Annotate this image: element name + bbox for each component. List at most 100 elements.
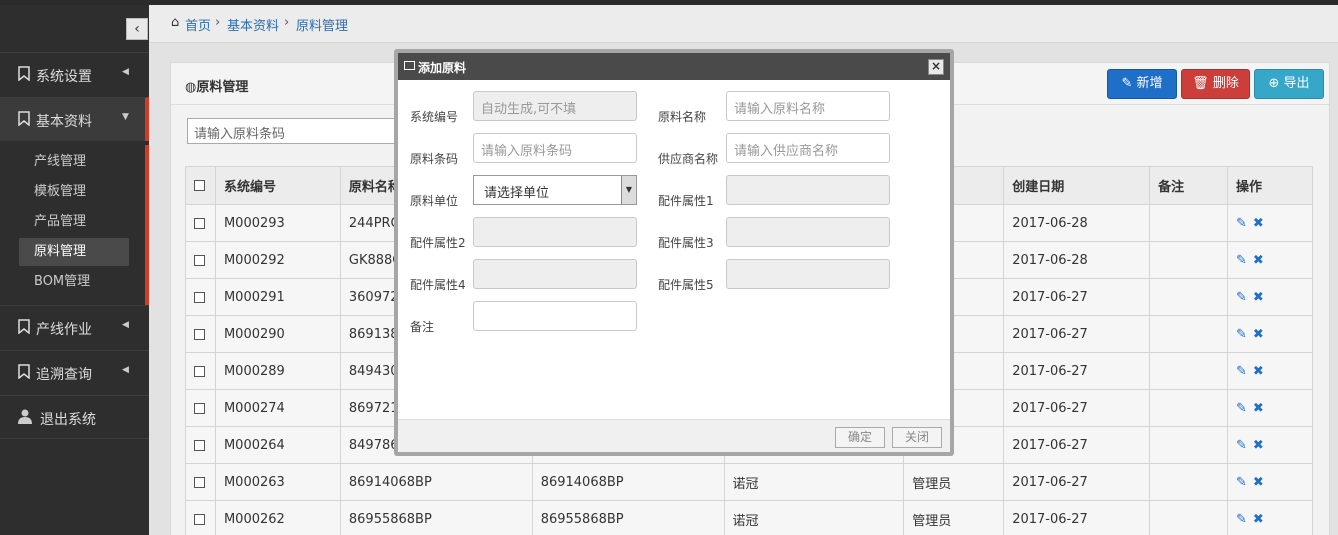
row-checkbox-cell[interactable] — [185, 241, 216, 279]
edit-icon[interactable]: ✎ — [1236, 253, 1247, 268]
cell-supplier: 诺冠 — [723, 463, 905, 501]
attr5-field[interactable] — [726, 259, 890, 289]
sidebar-subitem-line[interactable]: 产线管理 — [19, 148, 129, 176]
delete-icon[interactable]: ✖ — [1253, 327, 1264, 342]
edit-icon[interactable]: ✎ — [1236, 364, 1247, 379]
edit-icon[interactable]: ✎ — [1236, 327, 1247, 342]
edit-icon[interactable]: ✎ — [1236, 216, 1247, 231]
row-checkbox-cell[interactable] — [185, 500, 216, 535]
cell-sys-no: M000289 — [214, 352, 341, 390]
sys-no-label: 系统编号 — [410, 110, 459, 124]
sidebar-item-basic-data[interactable]: 基本资料 ▼ — [0, 97, 149, 141]
attr4-field[interactable] — [473, 259, 637, 289]
cell-date: 2017-06-27 — [1003, 426, 1151, 464]
ok-button[interactable]: 确定 — [835, 427, 885, 448]
close-button[interactable]: 关闭 — [892, 427, 942, 448]
delete-icon[interactable]: ✖ — [1253, 401, 1264, 416]
search-input[interactable]: 请输入原料条码 — [187, 118, 417, 144]
sidebar-subitem-template[interactable]: 模板管理 — [19, 178, 129, 206]
unit-select[interactable]: 请选择单位 ▼ — [473, 175, 637, 205]
row-checkbox[interactable] — [194, 254, 205, 266]
dialog-body: 添加原料 × 系统编号 自动生成,可不填 原料名称 请输入原料名称 原料条码 请… — [398, 53, 950, 452]
attr1-field[interactable] — [726, 175, 890, 205]
cell-note — [1149, 389, 1228, 427]
cell-date: 2017-06-27 — [1003, 315, 1151, 353]
sidebar-collapse-button[interactable]: ‹ — [126, 18, 148, 40]
delete-button[interactable]: 🗑 删除 — [1181, 69, 1250, 99]
delete-icon[interactable]: ✖ — [1253, 512, 1264, 527]
add-button[interactable]: ✎ 新增 — [1107, 69, 1177, 99]
close-icon[interactable]: × — [928, 59, 944, 75]
supplier-field[interactable]: 请输入供应商名称 — [726, 133, 890, 163]
cell-note — [1149, 500, 1228, 535]
breadcrumb-home[interactable]: 首页 — [185, 15, 211, 34]
row-checkbox[interactable] — [194, 439, 205, 451]
col-date: 创建日期 — [1003, 166, 1151, 205]
row-checkbox-cell[interactable] — [185, 315, 216, 353]
breadcrumb-separator: › — [215, 15, 221, 30]
code-field[interactable]: 请输入原料条码 — [473, 133, 637, 163]
export-button[interactable]: ⊕ 导出 — [1254, 69, 1324, 99]
bookmark-icon — [18, 364, 30, 379]
row-checkbox-cell[interactable] — [185, 204, 216, 242]
attr3-field[interactable] — [726, 217, 890, 247]
download-icon: ⊕ — [1268, 76, 1280, 91]
row-checkbox[interactable] — [194, 365, 205, 377]
cell-sys-no: M000263 — [214, 463, 341, 501]
table-row[interactable]: M000262 86955868BP 86955868BP 诺冠 管理员 2017-06-… — [185, 500, 1313, 535]
row-checkbox-cell[interactable] — [185, 426, 216, 464]
code-label: 原料条码 — [410, 152, 459, 166]
row-checkbox-cell[interactable] — [185, 278, 216, 316]
cell-date: 2017-06-28 — [1003, 241, 1151, 279]
sidebar-item-trace[interactable]: 追溯查询 ◀ — [0, 350, 149, 394]
edit-icon[interactable]: ✎ — [1236, 290, 1247, 305]
col-actions: 操作 — [1227, 166, 1313, 205]
select-all-checkbox[interactable] — [194, 180, 205, 191]
row-checkbox-cell[interactable] — [185, 389, 216, 427]
cell-note — [1149, 315, 1228, 353]
trash-icon: 🗑 — [1192, 76, 1209, 91]
row-checkbox[interactable] — [194, 476, 205, 488]
note-field[interactable] — [473, 301, 637, 331]
caret-left-icon: ◀ — [122, 365, 129, 375]
sidebar-item-logout[interactable]: 退出系统 — [0, 395, 149, 439]
attr1-label: 配件属性1 — [658, 194, 714, 208]
sidebar-item-production[interactable]: 产线作业 ◀ — [0, 305, 149, 349]
row-checkbox[interactable] — [194, 291, 205, 303]
row-checkbox[interactable] — [194, 217, 205, 229]
delete-icon[interactable]: ✖ — [1253, 364, 1264, 379]
attr2-field[interactable] — [473, 217, 637, 247]
name-label: 原料名称 — [658, 110, 707, 124]
edit-icon[interactable]: ✎ — [1236, 512, 1247, 527]
row-checkbox[interactable] — [194, 328, 205, 340]
cell-actions: ✎ ✖ — [1227, 315, 1313, 353]
edit-icon[interactable]: ✎ — [1236, 475, 1247, 490]
delete-icon[interactable]: ✖ — [1253, 475, 1264, 490]
delete-icon[interactable]: ✖ — [1253, 216, 1264, 231]
caret-left-icon: ◀ — [122, 67, 129, 77]
name-field[interactable]: 请输入原料名称 — [726, 91, 890, 121]
row-checkbox[interactable] — [194, 513, 205, 525]
delete-icon[interactable]: ✖ — [1253, 438, 1264, 453]
sidebar-subitem-material[interactable]: 原料管理 — [19, 238, 129, 266]
row-checkbox-cell[interactable] — [185, 352, 216, 390]
sidebar-subitem-product[interactable]: 产品管理 — [19, 208, 129, 236]
sidebar-item-label: 追溯查询 — [36, 367, 92, 383]
bookmark-icon — [18, 319, 30, 334]
delete-icon[interactable]: ✖ — [1253, 290, 1264, 305]
caret-down-icon[interactable]: ▼ — [621, 176, 636, 204]
edit-icon[interactable]: ✎ — [1236, 438, 1247, 453]
table-row[interactable]: M000263 86914068BP 86914068BP 诺冠 管理员 2017-06-… — [185, 463, 1313, 501]
sidebar-subitem-bom[interactable]: BOM管理 — [19, 268, 129, 296]
delete-icon[interactable]: ✖ — [1253, 253, 1264, 268]
row-checkbox[interactable] — [194, 402, 205, 414]
panel-title: ◍原料管理 — [185, 80, 249, 95]
select-all-checkbox-cell[interactable] — [185, 166, 216, 205]
col-note: 备注 — [1149, 166, 1228, 205]
sidebar-item-system-settings[interactable]: 系统设置 ◀ — [0, 52, 149, 96]
edit-icon[interactable]: ✎ — [1236, 401, 1247, 416]
sys-no-field[interactable]: 自动生成,可不填 — [473, 91, 637, 121]
breadcrumb-material[interactable]: 原料管理 — [296, 15, 348, 34]
row-checkbox-cell[interactable] — [185, 463, 216, 501]
breadcrumb-basic-data[interactable]: 基本资料 — [227, 15, 279, 34]
